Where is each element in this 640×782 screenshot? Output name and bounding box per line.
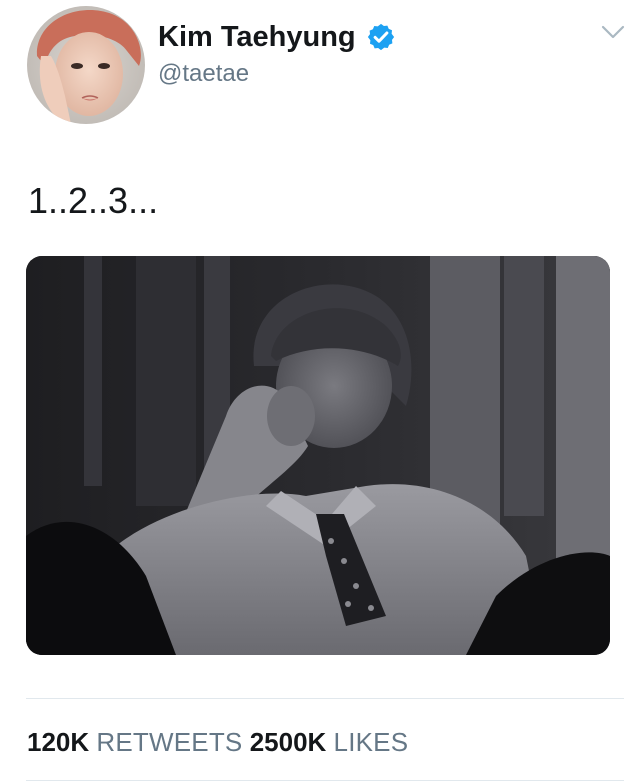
display-name[interactable]: Kim Taehyung: [158, 20, 356, 54]
tweet-photo[interactable]: [26, 256, 610, 655]
avatar-image: [27, 6, 145, 124]
verified-badge-icon: [367, 23, 394, 51]
avatar[interactable]: [27, 6, 145, 124]
likes-count[interactable]: 2500K: [250, 727, 327, 757]
divider: [26, 780, 624, 781]
chevron-down-icon[interactable]: [600, 22, 626, 42]
tweet-photo-image: [26, 256, 610, 655]
tweet-stats: 120K RETWEETS 2500K LIKES: [27, 726, 408, 758]
tweet-text: 1..2..3...: [28, 180, 159, 221]
name-row: Kim Taehyung: [158, 20, 396, 54]
retweets-count[interactable]: 120K: [27, 727, 89, 757]
retweets-label[interactable]: RETWEETS: [96, 727, 242, 757]
user-handle[interactable]: @taetae: [158, 60, 249, 88]
likes-label[interactable]: LIKES: [334, 727, 409, 757]
divider: [26, 698, 624, 699]
